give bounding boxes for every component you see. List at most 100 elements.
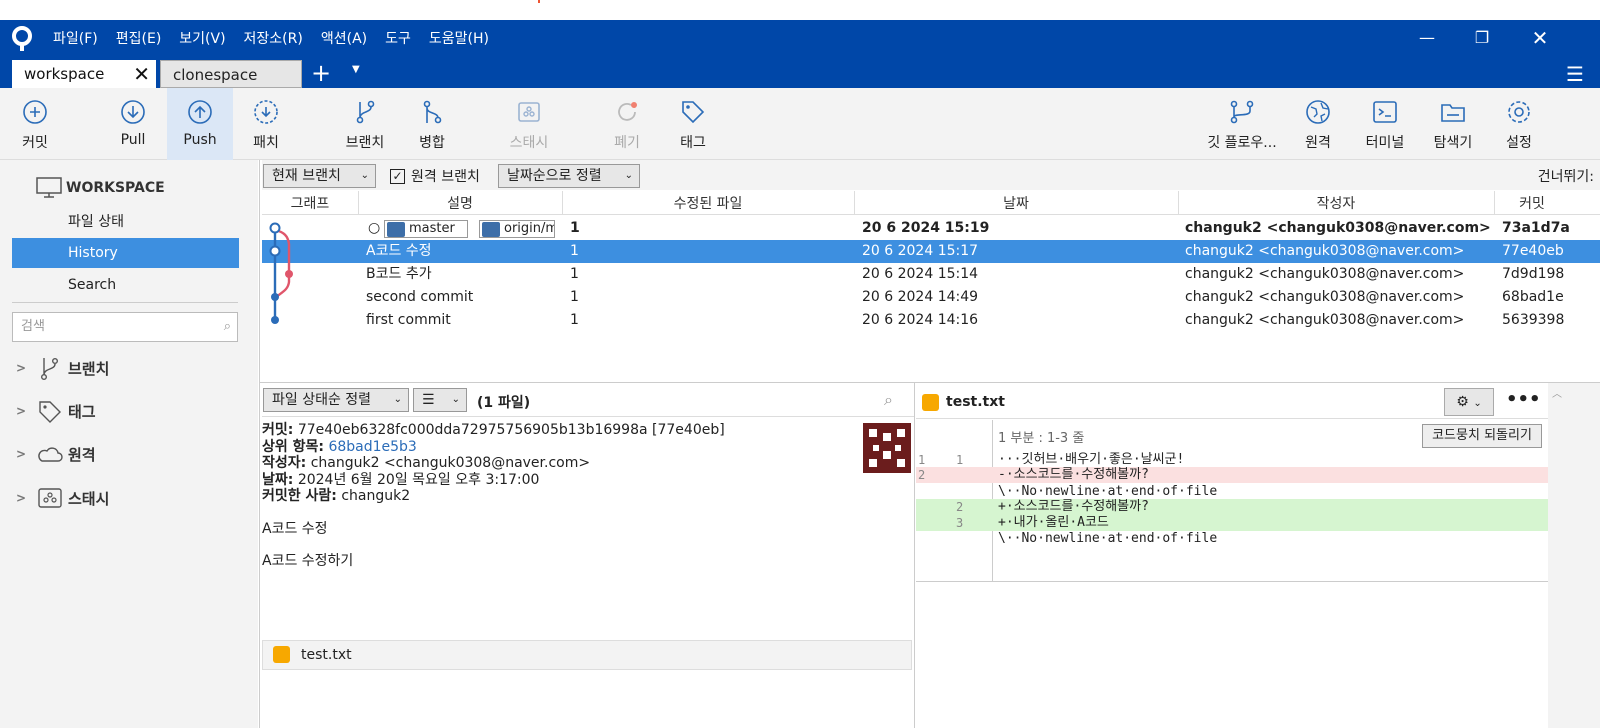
head-marker-icon: ○ <box>368 220 380 236</box>
diff-scrollbar[interactable]: ︿ <box>1548 383 1600 728</box>
workspace-header[interactable]: WORKSPACE <box>36 177 165 199</box>
col-author[interactable]: 작성자 <box>1178 193 1494 213</box>
revert-hunk-button[interactable]: 코드뭉치 되돌리기 <box>1422 424 1542 448</box>
stash-label: 스태시 <box>509 135 549 151</box>
chevron-down-icon: ⌄ <box>451 394 460 405</box>
files-count: 1 <box>570 266 579 282</box>
menu-actions[interactable]: 액션(A) <box>312 28 376 50</box>
chevron-down-icon: ⌄ <box>624 170 633 181</box>
table-row[interactable]: second commit 1 20 6 2024 14:49 changuk2… <box>262 286 1600 309</box>
stash-button[interactable]: 스태시 <box>500 88 558 160</box>
tab-workspace-label: workspace <box>24 65 105 83</box>
tag-button[interactable]: 태그 <box>670 88 716 160</box>
menu-view[interactable]: 보기(V) <box>170 28 234 50</box>
branch-chip-origin[interactable]: origin/m <box>479 220 555 238</box>
commit-hash: 5639398 <box>1502 312 1565 328</box>
cloud-icon <box>38 447 63 462</box>
diff-header: test.txt ⚙ ⌄ ••• <box>916 385 1548 419</box>
globe-icon <box>1306 100 1330 124</box>
branch-button[interactable]: 브랜치 <box>338 88 392 160</box>
explorer-button[interactable]: 탐색기 <box>1426 88 1480 160</box>
merge-button[interactable]: 병합 <box>406 88 458 160</box>
col-description[interactable]: 설명 <box>358 193 562 213</box>
modified-file-icon <box>922 394 939 411</box>
sidebar-item-label: History <box>68 245 118 261</box>
sidebar-group-tags[interactable]: > 태그 <box>16 397 96 425</box>
discard-icon <box>618 102 637 121</box>
discard-button[interactable]: 폐기 <box>604 88 650 160</box>
remote-button[interactable]: 원격 <box>1292 88 1344 160</box>
branch-filter-dropdown[interactable]: 현재 브랜치 ⌄ <box>263 164 376 188</box>
commit-message-title: A코드 수정 <box>262 520 328 537</box>
settings-button[interactable]: 설정 <box>1494 88 1544 160</box>
commit-author: changuk2 <changuk0308@naver.com> <box>1185 243 1465 259</box>
push-button[interactable]: Push <box>167 88 233 160</box>
sidebar-group-label: 브랜치 <box>68 359 110 378</box>
menu-help[interactable]: 도움말(H) <box>420 28 498 50</box>
pane-divider-vertical <box>914 383 915 728</box>
restore-icon[interactable]: ❐ <box>1468 26 1496 50</box>
tab-clonespace[interactable]: clonespace <box>160 60 302 88</box>
red-dot <box>538 0 540 3</box>
sidebar-search-input[interactable]: 검색 ⌕ <box>12 312 238 342</box>
col-date[interactable]: 날짜 <box>854 193 1178 213</box>
remote-branch-checkbox[interactable]: ✓ 원격 브랜치 <box>390 166 480 186</box>
pull-button[interactable]: Pull <box>106 88 160 160</box>
menu-repository[interactable]: 저장소(R) <box>235 28 312 50</box>
branch-icon <box>356 100 375 124</box>
menu-file[interactable]: 파일(F) <box>44 28 107 50</box>
col-files[interactable]: 수정된 파일 <box>562 193 854 213</box>
col-commit[interactable]: 커밋 <box>1494 193 1570 213</box>
merge-label: 병합 <box>419 135 445 151</box>
search-icon[interactable]: ⌕ <box>884 390 893 410</box>
commit-hash: 77e40eb <box>1502 243 1564 259</box>
tab-workspace[interactable]: workspace ✕ <box>12 60 156 88</box>
commit-message-body: A코드 수정하기 <box>262 553 354 569</box>
commit-description: B코드 추가 <box>366 266 432 282</box>
more-options-icon[interactable]: ••• <box>1506 389 1541 410</box>
diff-options-button[interactable]: ⚙ ⌄ <box>1444 388 1494 416</box>
sourcetree-logo-icon <box>12 26 32 51</box>
tab-clonespace-label: clonespace <box>173 66 258 84</box>
sidebar-group-label: 태그 <box>68 402 96 421</box>
sidebar-item-file-status[interactable]: 파일 상태 <box>12 207 239 237</box>
tab-dropdown-icon[interactable]: ▼ <box>352 64 360 75</box>
sidebar-group-branches[interactable]: > 브랜치 <box>16 354 109 382</box>
table-row[interactable]: ○ master origin/m 1 20 6 2024 15:19 chan… <box>262 217 1600 240</box>
table-row[interactable]: first commit 1 20 6 2024 14:16 changuk2 … <box>262 309 1600 332</box>
file-sort-dropdown[interactable]: 파일 상태순 정렬 ⌄ <box>263 388 409 412</box>
sidebar-group-remotes[interactable]: > 원격 <box>16 440 96 468</box>
branch-icon <box>40 358 59 381</box>
file-list-item[interactable]: test.txt <box>262 640 912 670</box>
table-row[interactable]: B코드 추가 1 20 6 2024 15:14 changuk2 <chang… <box>262 263 1600 286</box>
close-window-icon[interactable]: ✕ <box>1526 26 1554 50</box>
commit-date: 20 6 2024 15:14 <box>862 266 979 282</box>
diff-line: 1 1 ···깃허브·배우기·좋은·날씨군! <box>918 452 1185 467</box>
chevron-right-icon: > <box>16 447 27 461</box>
commit-date: 20 6 2024 14:16 <box>862 312 979 328</box>
col-graph[interactable]: 그래프 <box>262 193 358 213</box>
sidebar-item-history[interactable]: History <box>12 238 239 268</box>
commit-button[interactable]: 커밋 <box>10 88 60 160</box>
close-tab-icon[interactable]: ✕ <box>133 60 150 88</box>
branch-chip-master[interactable]: master <box>384 220 468 238</box>
sidebar-group-stashes[interactable]: > 스태시 <box>16 484 109 512</box>
parent-link[interactable]: 68bad1e5b3 <box>328 439 416 455</box>
new-tab-icon[interactable]: + <box>311 58 331 88</box>
menu-tools[interactable]: 도구 <box>376 28 420 50</box>
hunk-header: 1 부분 : 1-3 줄 <box>998 431 1085 446</box>
table-row[interactable]: A코드 수정 1 20 6 2024 15:17 changuk2 <chang… <box>262 240 1600 263</box>
gitflow-button[interactable]: 깃 플로우... <box>1200 88 1284 160</box>
sidebar-item-search[interactable]: Search <box>12 270 239 300</box>
view-mode-dropdown[interactable]: ☰ ⌄ <box>413 388 467 412</box>
plus-circle-icon <box>23 100 47 124</box>
commit-author: changuk2 <changuk0308@naver.com> <box>1185 312 1465 328</box>
hamburger-menu-icon[interactable]: ☰ <box>1566 62 1584 86</box>
terminal-button[interactable]: 터미널 <box>1358 88 1412 160</box>
minimize-icon[interactable]: — <box>1413 26 1441 50</box>
chevron-up-icon[interactable]: ︿ <box>1552 385 1562 400</box>
patch-button[interactable]: 패치 <box>240 88 292 160</box>
date-value: 2024년 6월 20일 목요일 오후 3:17:00 <box>297 471 540 488</box>
menu-edit[interactable]: 편집(E) <box>107 28 171 50</box>
sort-dropdown[interactable]: 날짜순으로 정렬 ⌄ <box>498 164 640 188</box>
